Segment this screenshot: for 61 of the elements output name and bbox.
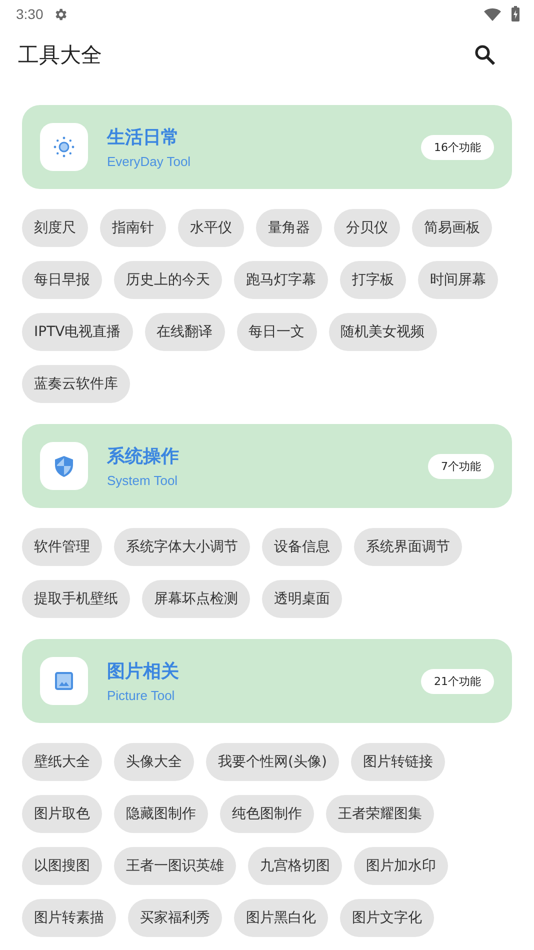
tool-chip[interactable]: 买家福利秀 — [128, 899, 222, 937]
category-subtitle: Picture Tool — [107, 688, 176, 703]
search-button[interactable] — [474, 44, 496, 66]
tool-chip[interactable]: 跑马灯字幕 — [234, 261, 328, 299]
tool-chip[interactable]: 王者荣耀图集 — [326, 795, 434, 833]
count-badge: 7个功能 — [428, 454, 494, 478]
tool-chip[interactable]: 每日早报 — [22, 261, 102, 299]
category-title: 系统操作 — [107, 445, 180, 468]
tool-chip[interactable]: 软件管理 — [22, 528, 102, 566]
tool-chip[interactable]: 水平仪 — [178, 209, 244, 247]
wifi-icon — [484, 8, 501, 20]
tool-chip[interactable]: 图片转链接 — [350, 743, 445, 781]
tool-chip[interactable]: 简易画板 — [412, 209, 492, 247]
tool-chip[interactable]: 以图搜图 — [22, 847, 102, 885]
tool-chip[interactable]: 打字板 — [340, 261, 406, 299]
tool-chip[interactable]: 在线翻译 — [144, 313, 225, 351]
category-title: 生活日常 — [107, 126, 180, 149]
tool-chip[interactable]: 纯色图制作 — [220, 795, 314, 833]
tool-chip[interactable]: 头像大全 — [114, 743, 194, 781]
tool-chip[interactable]: 我要个性网(头像) — [206, 743, 339, 781]
status-time: 3:30 — [16, 6, 44, 22]
category-card[interactable]: 生活日常 EveryDay Tool 16个功能 — [22, 105, 512, 189]
tool-chip[interactable]: 屏幕坏点检测 — [142, 580, 250, 618]
tool-chip[interactable]: 提取手机壁纸 — [22, 580, 130, 618]
tool-chip[interactable]: 图片文字化 — [340, 899, 434, 937]
tool-chip[interactable]: 量角器 — [256, 209, 322, 247]
category-card[interactable]: 系统操作 System Tool 7个功能 — [22, 424, 512, 508]
tool-chip[interactable]: 蓝奏云软件库 — [22, 365, 130, 403]
tool-chip[interactable]: IPTV电视直播 — [22, 313, 133, 351]
tool-chip[interactable]: 系统界面调节 — [354, 528, 462, 566]
shield-icon — [55, 456, 73, 476]
tool-chip[interactable]: 九宫格切图 — [248, 847, 342, 885]
sun-icon — [53, 136, 75, 158]
tool-chip[interactable]: 历史上的今天 — [114, 261, 222, 299]
tool-chip[interactable]: 图片加水印 — [354, 847, 448, 885]
category-subtitle: System Tool — [107, 473, 179, 488]
tool-chip[interactable]: 每日一文 — [236, 313, 317, 351]
tool-chip[interactable]: 分贝仪 — [334, 209, 400, 247]
tool-chip[interactable]: 时间屏幕 — [418, 261, 498, 299]
tool-chip[interactable]: 隐藏图制作 — [114, 795, 208, 833]
gear-icon — [53, 6, 68, 22]
search-icon — [474, 44, 496, 66]
tool-chip[interactable]: 透明桌面 — [262, 580, 342, 618]
category-subtitle: EveryDay Tool — [107, 154, 192, 169]
count-badge: 16个功能 — [421, 134, 494, 160]
image-icon — [55, 672, 73, 690]
tool-chip[interactable]: 随机美女视频 — [328, 313, 437, 351]
tool-chip[interactable]: 王者一图识英雄 — [114, 847, 236, 885]
app-title: 工具大全 — [18, 42, 103, 69]
tool-chip[interactable]: 图片转素描 — [22, 899, 116, 937]
category-title: 图片相关 — [107, 660, 180, 683]
battery-icon — [511, 6, 520, 22]
category-card[interactable]: 图片相关 Picture Tool 21个功能 — [22, 639, 512, 723]
tool-chip[interactable]: 刻度尺 — [22, 209, 88, 247]
tool-chip[interactable]: 指南针 — [100, 209, 166, 247]
count-badge: 21个功能 — [421, 668, 494, 694]
tool-chip[interactable]: 设备信息 — [262, 528, 342, 566]
tool-chip[interactable]: 图片取色 — [22, 795, 102, 833]
tool-chip[interactable]: 壁纸大全 — [22, 743, 102, 781]
tool-chip[interactable]: 系统字体大小调节 — [114, 528, 250, 566]
tool-chip[interactable]: 图片黑白化 — [234, 899, 328, 937]
